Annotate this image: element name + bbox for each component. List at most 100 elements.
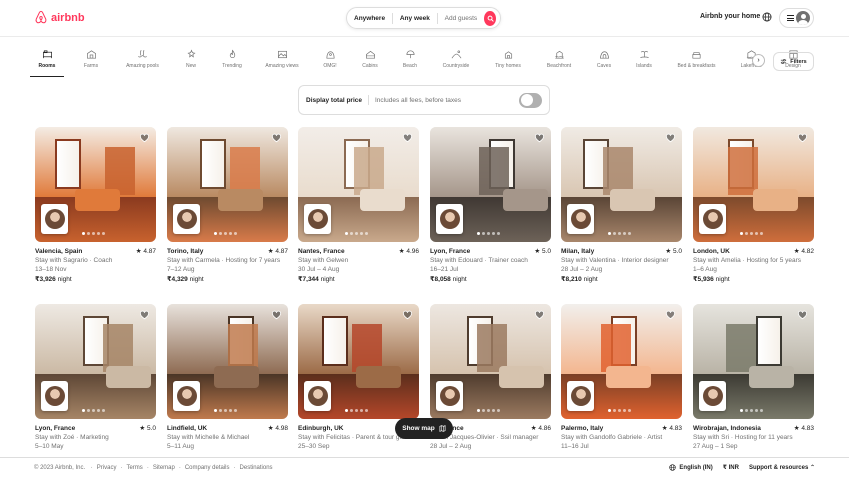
listing-photo[interactable] bbox=[298, 304, 419, 419]
listing-card[interactable]: Wirobrajan, Indonesia ★ 4.83 Stay with Sri… bbox=[693, 304, 814, 452]
category-caves[interactable]: Caves bbox=[589, 49, 619, 73]
footer-separator: · bbox=[178, 465, 181, 471]
listing-price-unit: night bbox=[318, 276, 335, 283]
listing-card[interactable]: Milan, Italy ★ 5.0 Stay with Valentina · I… bbox=[561, 127, 682, 284]
listing-card[interactable]: Palermo, Italy ★ 4.83 Stay with Gandolfo G… bbox=[561, 304, 682, 452]
photo-carousel-dots bbox=[82, 232, 105, 235]
support-resources-button[interactable]: Support & resources ⌃ bbox=[749, 464, 815, 471]
listing-card[interactable]: Lyon, France ★ 5.0 Stay with Zoé · Marketi… bbox=[35, 304, 156, 452]
search-who[interactable]: Add guests bbox=[438, 15, 485, 22]
listing-price: ₹8,210 bbox=[561, 276, 582, 283]
listing-photo[interactable] bbox=[430, 127, 551, 242]
airbnb-your-home-link[interactable]: Airbnb your home bbox=[700, 13, 760, 20]
heart-icon[interactable] bbox=[271, 133, 282, 143]
search-button[interactable] bbox=[484, 10, 496, 26]
category-amazing-pools[interactable]: Amazing pools bbox=[118, 49, 167, 73]
category-beachfront[interactable]: Beachfront bbox=[539, 49, 579, 73]
bnb-icon bbox=[691, 49, 702, 60]
host-face bbox=[702, 209, 723, 229]
heart-icon[interactable] bbox=[534, 310, 545, 320]
footer-link[interactable]: Destinations bbox=[240, 465, 273, 471]
category-amazing-views[interactable]: Amazing views bbox=[259, 49, 305, 73]
listing-photo[interactable] bbox=[298, 127, 419, 242]
photo-furniture bbox=[606, 366, 651, 388]
total-price-toggle[interactable] bbox=[519, 92, 542, 108]
host-face bbox=[44, 209, 65, 229]
listing-dates: 28 Jul – 2 Aug bbox=[561, 266, 603, 273]
photo-furniture bbox=[75, 189, 120, 211]
show-map-button[interactable]: Show map bbox=[395, 418, 453, 439]
listing-card[interactable]: Torino, Italy ★ 4.87 Stay with Carmela · H… bbox=[167, 127, 288, 284]
listing-photo[interactable] bbox=[693, 127, 814, 242]
globe-icon[interactable] bbox=[762, 12, 772, 22]
host-avatar bbox=[436, 204, 463, 234]
footer-link[interactable]: Company details bbox=[185, 465, 230, 471]
trending-icon bbox=[227, 49, 238, 60]
listing-photo[interactable] bbox=[167, 304, 288, 419]
airbnb-logo[interactable]: airbnb bbox=[34, 10, 85, 25]
category-bed-breakfasts[interactable]: Bed & breakfasts bbox=[669, 49, 724, 73]
listing-card[interactable]: Nantes, France ★ 4.96 Stay with Gelwen 30 J… bbox=[298, 127, 419, 284]
listing-photo[interactable] bbox=[693, 304, 814, 419]
user-menu-button[interactable] bbox=[779, 8, 814, 28]
heart-icon[interactable] bbox=[402, 133, 413, 143]
category-new[interactable]: New bbox=[177, 49, 205, 73]
listing-card[interactable]: Lindfield, UK ★ 4.98 Stay with Michelle & … bbox=[167, 304, 288, 452]
listing-photo[interactable] bbox=[35, 127, 156, 242]
currency-button[interactable]: ₹ INR bbox=[723, 464, 739, 471]
category-label: New bbox=[185, 63, 196, 69]
listing-card[interactable]: Valencia, Spain ★ 4.87 Stay with Sagrario … bbox=[35, 127, 156, 284]
photo-accent bbox=[352, 324, 382, 372]
listing-photo[interactable] bbox=[561, 127, 682, 242]
search-when[interactable]: Any week bbox=[393, 15, 437, 22]
heart-icon[interactable] bbox=[665, 310, 676, 320]
listing-dates: 25–30 Sep bbox=[298, 443, 330, 450]
photo-accent bbox=[479, 147, 509, 195]
user-avatar-icon bbox=[796, 11, 810, 25]
listing-price-line: ₹3,926 night bbox=[35, 275, 156, 284]
category-label: Amazing views bbox=[265, 63, 299, 69]
listing-price: ₹8,058 bbox=[430, 276, 451, 283]
language-button[interactable]: English (IN) bbox=[669, 464, 713, 472]
listing-photo[interactable] bbox=[35, 304, 156, 419]
footer-link[interactable]: Sitemap bbox=[153, 465, 175, 471]
footer-link[interactable]: Terms bbox=[126, 465, 142, 471]
category-countryside[interactable]: Countryside bbox=[435, 49, 477, 73]
listing-photo[interactable] bbox=[167, 127, 288, 242]
host-face bbox=[570, 209, 591, 229]
category-beach[interactable]: Beach bbox=[395, 49, 425, 73]
category-trending[interactable]: Trending bbox=[215, 49, 249, 73]
host-avatar bbox=[567, 204, 594, 234]
rooms-icon bbox=[42, 49, 53, 60]
heart-icon[interactable] bbox=[402, 310, 413, 320]
category-islands[interactable]: Islands bbox=[629, 49, 659, 73]
listing-card[interactable]: Lyon, France ★ 5.0 Stay with Edouard · Tra… bbox=[430, 127, 551, 284]
heart-icon[interactable] bbox=[534, 133, 545, 143]
footer-separator: · bbox=[233, 465, 236, 471]
host-face bbox=[307, 386, 328, 406]
photo-accent bbox=[103, 324, 133, 372]
search-bar[interactable]: Anywhere Any week Add guests bbox=[346, 7, 501, 29]
footer-separator: · bbox=[120, 465, 123, 471]
heart-icon[interactable] bbox=[139, 133, 150, 143]
footer-link[interactable]: Privacy bbox=[97, 465, 117, 471]
category-tiny-homes[interactable]: Tiny homes bbox=[487, 49, 529, 73]
listing-photo[interactable] bbox=[561, 304, 682, 419]
heart-icon[interactable] bbox=[139, 310, 150, 320]
category-rooms[interactable]: Rooms bbox=[30, 49, 64, 77]
heart-icon[interactable] bbox=[797, 310, 808, 320]
photo-accent bbox=[726, 324, 756, 372]
photo-carousel-dots bbox=[345, 409, 368, 412]
category-next-button[interactable]: › bbox=[752, 54, 765, 67]
listing-card[interactable]: London, UK ★ 4.82 Stay with Amelia · Hosti… bbox=[693, 127, 814, 284]
heart-icon[interactable] bbox=[271, 310, 282, 320]
category-cabins[interactable]: Cabins bbox=[355, 49, 385, 73]
heart-icon[interactable] bbox=[665, 133, 676, 143]
category-omg-[interactable]: OMG! bbox=[315, 49, 345, 73]
listing-photo[interactable] bbox=[430, 304, 551, 419]
filters-button[interactable]: Filters bbox=[773, 52, 814, 71]
search-where[interactable]: Anywhere bbox=[347, 15, 392, 22]
heart-icon[interactable] bbox=[797, 133, 808, 143]
listing-title: Nantes, France bbox=[298, 248, 345, 255]
category-farms[interactable]: Farms bbox=[74, 49, 108, 73]
